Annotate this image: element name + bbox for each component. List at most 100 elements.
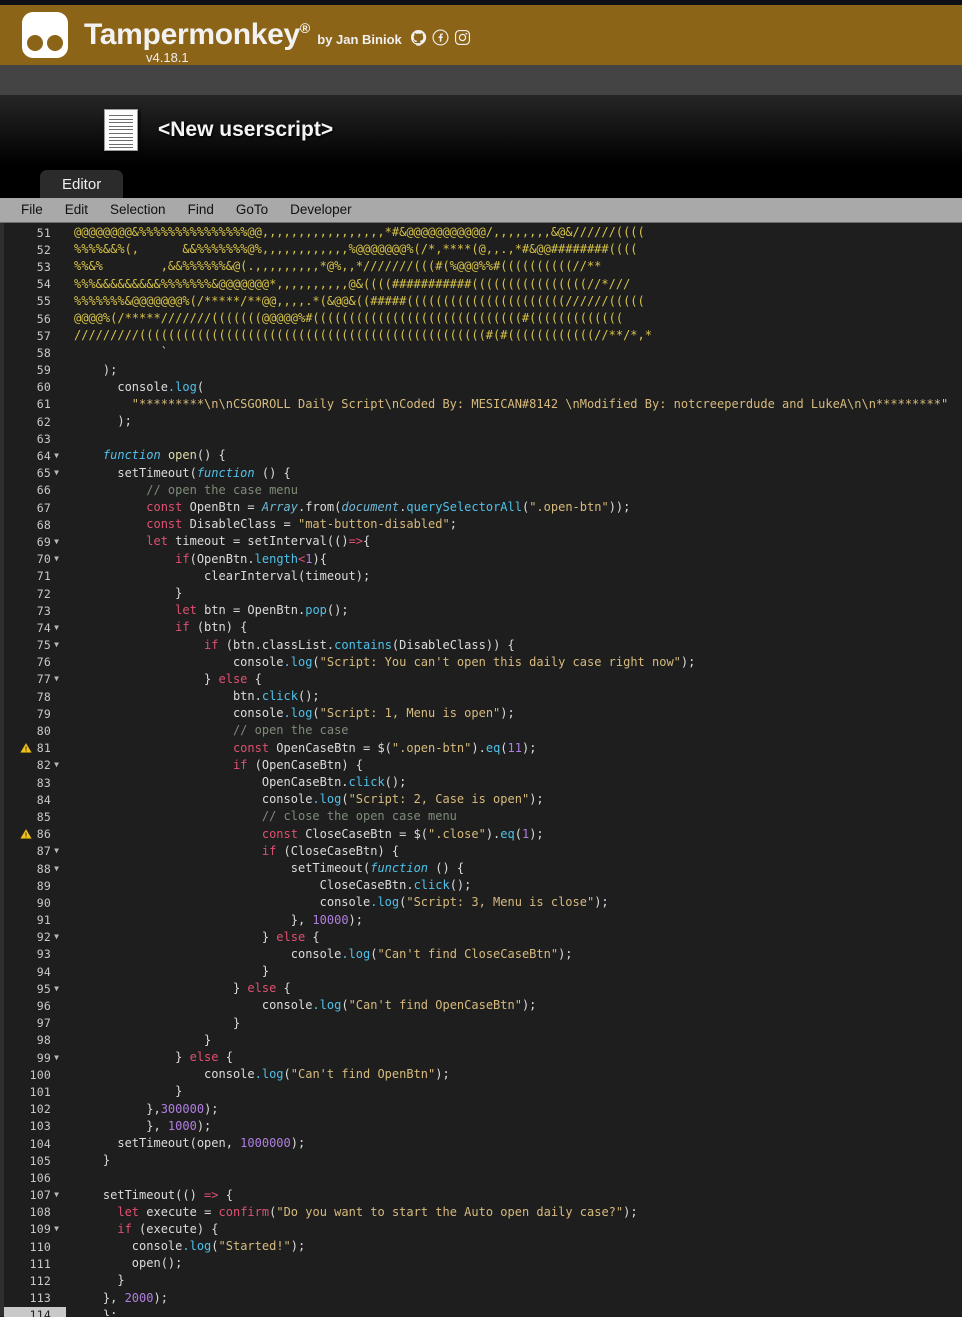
gutter-line-83[interactable]: 83 (4, 774, 66, 791)
gutter-line-78[interactable]: 78 (4, 688, 66, 705)
fold-arrow-icon[interactable]: ▼ (51, 537, 62, 546)
gutter-line-58[interactable]: 58 (4, 344, 66, 361)
code-line-101[interactable]: } (74, 1083, 962, 1100)
code-line-74[interactable]: if (btn) { (74, 619, 962, 636)
fold-arrow-icon[interactable]: ▼ (51, 864, 62, 873)
code-line-81[interactable]: const OpenCaseBtn = $(".open-btn").eq(11… (74, 740, 962, 757)
gutter-line-62[interactable]: 62 (4, 413, 66, 430)
gutter-line-66[interactable]: 66 (4, 482, 66, 499)
gutter-line-74[interactable]: 74 ▼ (4, 619, 66, 636)
code-line-87[interactable]: if (CloseCaseBtn) { (74, 843, 962, 860)
gutter-line-102[interactable]: 102 (4, 1101, 66, 1118)
code-line-72[interactable]: } (74, 585, 962, 602)
fold-arrow-icon[interactable]: ▼ (51, 1191, 62, 1199)
instagram-icon[interactable] (454, 29, 471, 46)
gutter-line-87[interactable]: 87 ▼ (4, 843, 66, 860)
gutter-line-84[interactable]: 84 (4, 791, 66, 808)
gutter-line-96[interactable]: 96 (4, 997, 66, 1014)
code-line-86[interactable]: const CloseCaseBtn = $(".close").eq(1); (74, 826, 962, 843)
code-line-97[interactable]: } (74, 1015, 962, 1032)
code-line-93[interactable]: console.log("Can't find CloseCaseBtn"); (74, 946, 962, 963)
fold-arrow-icon[interactable]: ▼ (51, 933, 62, 941)
gutter-line-56[interactable]: 56 (4, 310, 66, 327)
menu-item-goto[interactable]: GoTo (225, 201, 279, 219)
code-line-56[interactable]: @@@@%(/*****///////(((((((@@@@@%#(((((((… (74, 310, 962, 327)
code-line-100[interactable]: console.log("Can't find OpenBtn"); (74, 1066, 962, 1083)
code-line-102[interactable]: },300000); (74, 1101, 962, 1118)
warning-icon[interactable] (20, 828, 32, 840)
code-line-84[interactable]: console.log("Script: 2, Case is open"); (74, 791, 962, 808)
code-line-76[interactable]: console.log("Script: You can't open this… (74, 654, 962, 671)
fold-arrow-icon[interactable]: ▼ (51, 847, 62, 855)
code-line-114[interactable]: }; (74, 1307, 962, 1316)
code-line-98[interactable]: } (74, 1032, 962, 1049)
gutter-line-73[interactable]: 73 (4, 602, 66, 619)
facebook-icon[interactable] (432, 29, 449, 46)
menu-item-selection[interactable]: Selection (99, 201, 177, 219)
code-line-75[interactable]: if (btn.classList.contains(DisableClass)… (74, 637, 962, 654)
code-line-83[interactable]: OpenCaseBtn.click(); (74, 774, 962, 791)
gutter-line-81[interactable]: 81 (4, 740, 66, 757)
code-line-105[interactable]: } (74, 1152, 962, 1169)
gutter-line-85[interactable]: 85 (4, 808, 66, 825)
warning-icon[interactable] (20, 742, 32, 754)
gutter-line-99[interactable]: 99 ▼ (4, 1049, 66, 1066)
code-line-94[interactable]: } (74, 963, 962, 980)
code-line-91[interactable]: }, 10000); (74, 912, 962, 929)
gutter-line-100[interactable]: 100 (4, 1066, 66, 1083)
code-line-60[interactable]: console.log( (74, 379, 962, 396)
fold-arrow-icon[interactable]: ▼ (51, 469, 62, 477)
gutter-line-59[interactable]: 59 (4, 362, 66, 379)
gutter-line-72[interactable]: 72 (4, 585, 66, 602)
code-line-110[interactable]: console.log("Started!"); (74, 1238, 962, 1255)
code-line-66[interactable]: // open the case menu (74, 482, 962, 499)
code-line-85[interactable]: // close the open case menu (74, 808, 962, 825)
gutter-line-91[interactable]: 91 (4, 912, 66, 929)
code-line-61[interactable]: "*********\n\nCSGOROLL Daily Script\nCod… (74, 396, 962, 413)
gutter-line-114[interactable]: 114 (4, 1306, 66, 1317)
gutter-line-86[interactable]: 86 (4, 826, 66, 843)
code-line-89[interactable]: CloseCaseBtn.click(); (74, 877, 962, 894)
code-line-96[interactable]: console.log("Can't find OpenCaseBtn"); (74, 997, 962, 1014)
code-content[interactable]: @@@@@@@@&%%%%%%%%%%%%%%%@@,,,,,,,,,,,,,,… (66, 223, 962, 1316)
gutter-line-94[interactable]: 94 (4, 963, 66, 980)
code-line-112[interactable]: } (74, 1272, 962, 1289)
code-line-95[interactable]: } else { (74, 980, 962, 997)
gutter-line-92[interactable]: 92 ▼ (4, 929, 66, 946)
code-line-58[interactable]: ` (74, 344, 962, 361)
gutter-line-55[interactable]: 55 (4, 293, 66, 310)
gutter-line-111[interactable]: 111 (4, 1255, 66, 1272)
gutter-line-68[interactable]: 68 (4, 516, 66, 533)
gutter-line-95[interactable]: 95 ▼ (4, 980, 66, 997)
code-line-103[interactable]: }, 1000); (74, 1118, 962, 1135)
code-line-53[interactable]: %%&% ,&&%%%%%%&@(.,,,,,,,,,*@%,,*///////… (74, 258, 962, 275)
code-line-113[interactable]: }, 2000); (74, 1290, 962, 1307)
tab-editor[interactable]: Editor (40, 170, 124, 198)
gutter-line-63[interactable]: 63 (4, 430, 66, 447)
gutter-line-106[interactable]: 106 (4, 1169, 66, 1186)
gutter-line-79[interactable]: 79 (4, 705, 66, 722)
code-line-104[interactable]: setTimeout(open, 1000000); (74, 1135, 962, 1152)
fold-arrow-icon[interactable]: ▼ (51, 675, 62, 683)
code-line-64[interactable]: function open() { (74, 447, 962, 464)
code-line-65[interactable]: setTimeout(function () { (74, 465, 962, 482)
menu-item-file[interactable]: File (10, 201, 54, 219)
gutter-line-80[interactable]: 80 (4, 722, 66, 739)
fold-arrow-icon[interactable]: ▼ (51, 641, 62, 649)
fold-arrow-icon[interactable]: ▼ (51, 1225, 62, 1233)
code-line-88[interactable]: setTimeout(function () { (74, 860, 962, 877)
gutter-line-60[interactable]: 60 (4, 379, 66, 396)
gutter-line-108[interactable]: 108 (4, 1204, 66, 1221)
code-line-71[interactable]: clearInterval(timeout); (74, 568, 962, 585)
gutter-line-88[interactable]: 88 ▼ (4, 860, 66, 877)
gutter-line-105[interactable]: 105 (4, 1152, 66, 1169)
code-line-68[interactable]: const DisableClass = "mat-button-disable… (74, 516, 962, 533)
code-line-62[interactable]: ); (74, 413, 962, 430)
gutter-line-64[interactable]: 64 ▼ (4, 447, 66, 464)
code-line-59[interactable]: ); (74, 362, 962, 379)
gutter-line-103[interactable]: 103 (4, 1118, 66, 1135)
code-line-70[interactable]: if(OpenBtn.length<1){ (74, 551, 962, 568)
gutter-line-82[interactable]: 82 ▼ (4, 757, 66, 774)
code-line-69[interactable]: let timeout = setInterval(()=>{ (74, 533, 962, 550)
menu-item-edit[interactable]: Edit (54, 201, 99, 219)
